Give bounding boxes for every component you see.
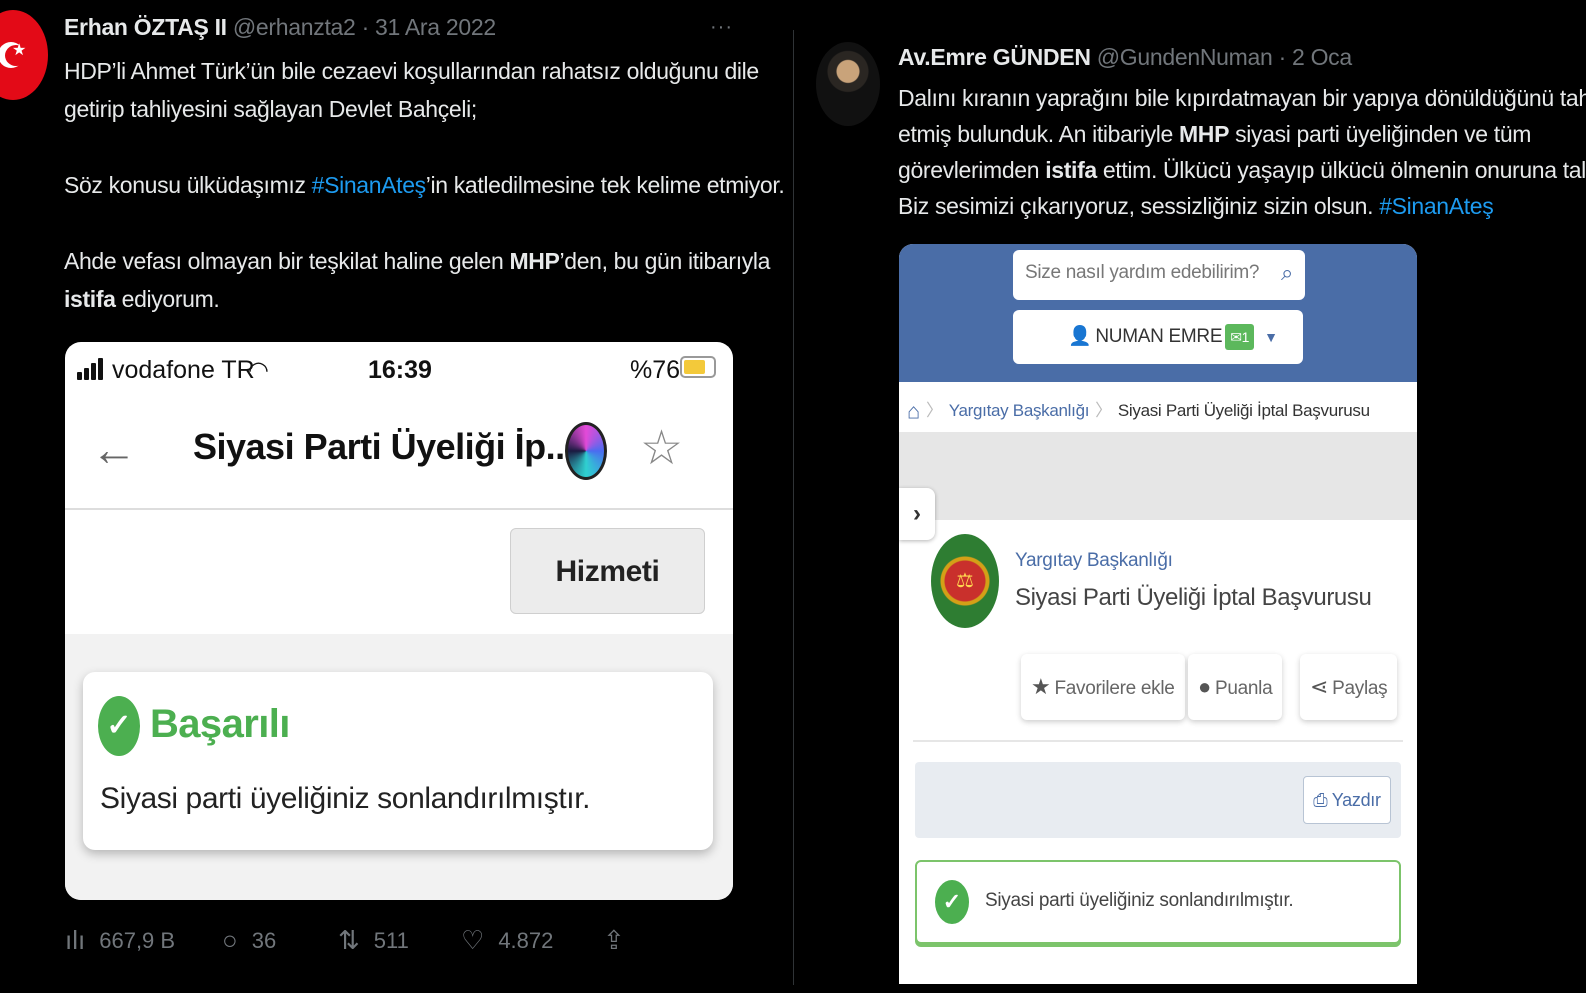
success-message: Siyasi parti üyeliğiniz sonlandırılmıştı…: [985, 890, 1294, 911]
close-service-button[interactable]: Hizmeti Kapat: [510, 528, 705, 674]
search-input[interactable]: Size nasıl yardım edebilirim? ⌕: [1013, 250, 1305, 300]
tweet-line: Söz konusu ülküdaşımız #SinanAteş’in kat…: [64, 172, 785, 198]
print-row: ⎙ Yazdır: [915, 762, 1401, 838]
star-icon: ★: [1031, 674, 1051, 699]
share-icon: ⇪: [603, 925, 625, 955]
user-icon: 👤: [1068, 326, 1092, 347]
home-icon[interactable]: ⌂: [907, 399, 920, 424]
speech-bubble-icon: ●: [1198, 674, 1211, 699]
like-action[interactable]: ♡ 4.872: [461, 925, 553, 956]
printer-icon: ⎙: [1313, 790, 1328, 810]
yargitay-seal-logo: ⚖: [931, 534, 999, 628]
tweet-text: Dalını kıranın yaprağını bile kıpırdatma…: [898, 80, 1586, 224]
chevron-right-icon[interactable]: ›: [899, 488, 935, 540]
bar-chart-icon: ılı: [65, 925, 86, 955]
handle-date[interactable]: @GundenNuman · 2 Oca: [1097, 44, 1352, 70]
service-title: Siyasi Parti Üyeliği İptal Başvurusu: [1015, 584, 1372, 611]
retweet-action[interactable]: ⇅ 511: [338, 925, 409, 956]
rate-button[interactable]: ● Puanla: [1188, 654, 1283, 720]
page-title: Siyasi Parti Üyeliği İp...: [193, 426, 575, 467]
wifi-icon: ◠: [248, 357, 269, 384]
breadcrumb: ⌂ 〉 Yargıtay Başkanlığı 〉 Siyasi Parti Üyeli…: [899, 382, 1417, 432]
signal-icon: [77, 358, 107, 380]
attached-web-screenshot[interactable]: Size nasıl yardım edebilirim? ⌕ 👤 NUMAN E…: [899, 244, 1417, 984]
author-name[interactable]: Av.Emre GÜNDEN: [898, 44, 1091, 70]
author-name[interactable]: Erhan ÖZTAŞ II: [64, 14, 227, 40]
breadcrumb-link[interactable]: Yargıtay Başkanlığı: [949, 401, 1090, 420]
star-icon[interactable]: ☆: [640, 420, 683, 476]
more-icon[interactable]: ···: [710, 16, 733, 39]
tweet-line: etmiş bulunduk. An itibariyle MHP siyasi…: [898, 121, 1532, 147]
back-arrow-icon[interactable]: ←: [91, 422, 137, 476]
left-tweet[interactable]: ★ Erhan ÖZTAŞ II @erhanzta2 · 31 Ara 202…: [0, 0, 785, 993]
divider: [913, 740, 1403, 742]
avatar-turkish-flag[interactable]: ★: [0, 10, 48, 100]
tweet-line: HDP’li Ahmet Türk’ün bile cezaevi koşull…: [64, 58, 759, 84]
clock: 16:39: [368, 356, 432, 384]
print-button[interactable]: ⎙ Yazdır: [1303, 776, 1391, 824]
breadcrumb-current: Siyasi Parti Üyeliği İptal Başvurusu: [1117, 401, 1370, 420]
check-icon: ✓: [935, 880, 969, 924]
success-alert: ✓ Siyasi parti üyeliğiniz sonlandırılmış…: [915, 860, 1401, 944]
banner-area: [899, 432, 1417, 520]
tweet-header: Erhan ÖZTAŞ II @erhanzta2 · 31 Ara 2022: [64, 14, 496, 41]
reply-action[interactable]: ○ 36: [222, 925, 276, 956]
chevron-down-icon[interactable]: ▼: [1264, 329, 1278, 345]
share-button[interactable]: ⋖ Paylaş: [1300, 654, 1398, 720]
tweet-actions: ılı 667,9 B ○ 36 ⇅ 511 ♡ 4.872 ⇪: [65, 925, 685, 965]
success-card: ✓ Başarılı Siyasi parti üyeliğiniz sonla…: [83, 672, 713, 850]
carrier-label: vodafone TR: [112, 356, 255, 384]
favorite-button[interactable]: ★ Favorilere ekle: [1021, 654, 1185, 720]
institution-name[interactable]: Yargıtay Başkanlığı: [1015, 550, 1173, 572]
tweet-text: HDP’li Ahmet Türk’ün bile cezaevi koşull…: [64, 52, 785, 318]
divider: [793, 30, 794, 985]
user-name: NUMAN EMRE: [1095, 326, 1223, 347]
tweet-header: Av.Emre GÜNDEN @GundenNuman · 2 Oca: [898, 44, 1352, 71]
search-placeholder: Size nasıl yardım edebilirim?: [1025, 262, 1260, 283]
tweet-line: görevlerimden istifa ettim. Ülkücü yaşay…: [898, 157, 1586, 183]
success-message: Siyasi parti üyeliğiniz sonlandırılmıştı…: [100, 782, 591, 815]
share-icon: ⋖: [1310, 674, 1329, 699]
tweet-line: Biz sesimizi çıkarıyoruz, sessizliğiniz …: [898, 193, 1494, 219]
battery-percent: %76: [630, 356, 681, 384]
user-menu-button[interactable]: 👤 NUMAN EMRE ✉1 ▼: [1013, 310, 1303, 364]
attached-phone-screenshot[interactable]: vodafone TR ◠ 16:39 %76 ← Siyasi Parti Ü…: [65, 342, 733, 900]
share-action[interactable]: ⇪: [603, 925, 625, 956]
success-title: Başarılı: [150, 702, 290, 746]
check-icon: ✓: [98, 696, 140, 756]
app-bar: ← Siyasi Parti Üyeliği İp... ☆: [65, 398, 733, 510]
tweet-line: Dalını kıranın yaprağını bile kıpırdatma…: [898, 85, 1586, 111]
battery-icon: [680, 356, 716, 378]
composite-image: ★ Erhan ÖZTAŞ II @erhanzta2 · 31 Ara 202…: [0, 0, 1586, 993]
avatar[interactable]: [816, 42, 880, 126]
heart-icon: ♡: [461, 925, 485, 955]
tweet-line: getirip tahliyesini sağlayan Devlet Bahç…: [64, 96, 477, 122]
message-badge[interactable]: ✉1: [1225, 323, 1255, 350]
views-action[interactable]: ılı 667,9 B: [65, 925, 175, 956]
tweet-line: Ahde vefası olmayan bir teşkilat haline …: [64, 248, 771, 274]
hashtag-link[interactable]: #SinanAteş: [312, 172, 426, 198]
tweet-line: istifa ediyorum.: [64, 286, 220, 312]
search-icon[interactable]: ⌕: [1281, 260, 1293, 286]
handle-date[interactable]: @erhanzta2 · 31 Ara 2022: [233, 14, 496, 40]
reply-icon: ○: [222, 925, 238, 955]
hashtag-link[interactable]: #SinanAteş: [1379, 193, 1493, 219]
retweet-icon: ⇅: [338, 925, 360, 955]
siri-icon[interactable]: [565, 422, 607, 480]
